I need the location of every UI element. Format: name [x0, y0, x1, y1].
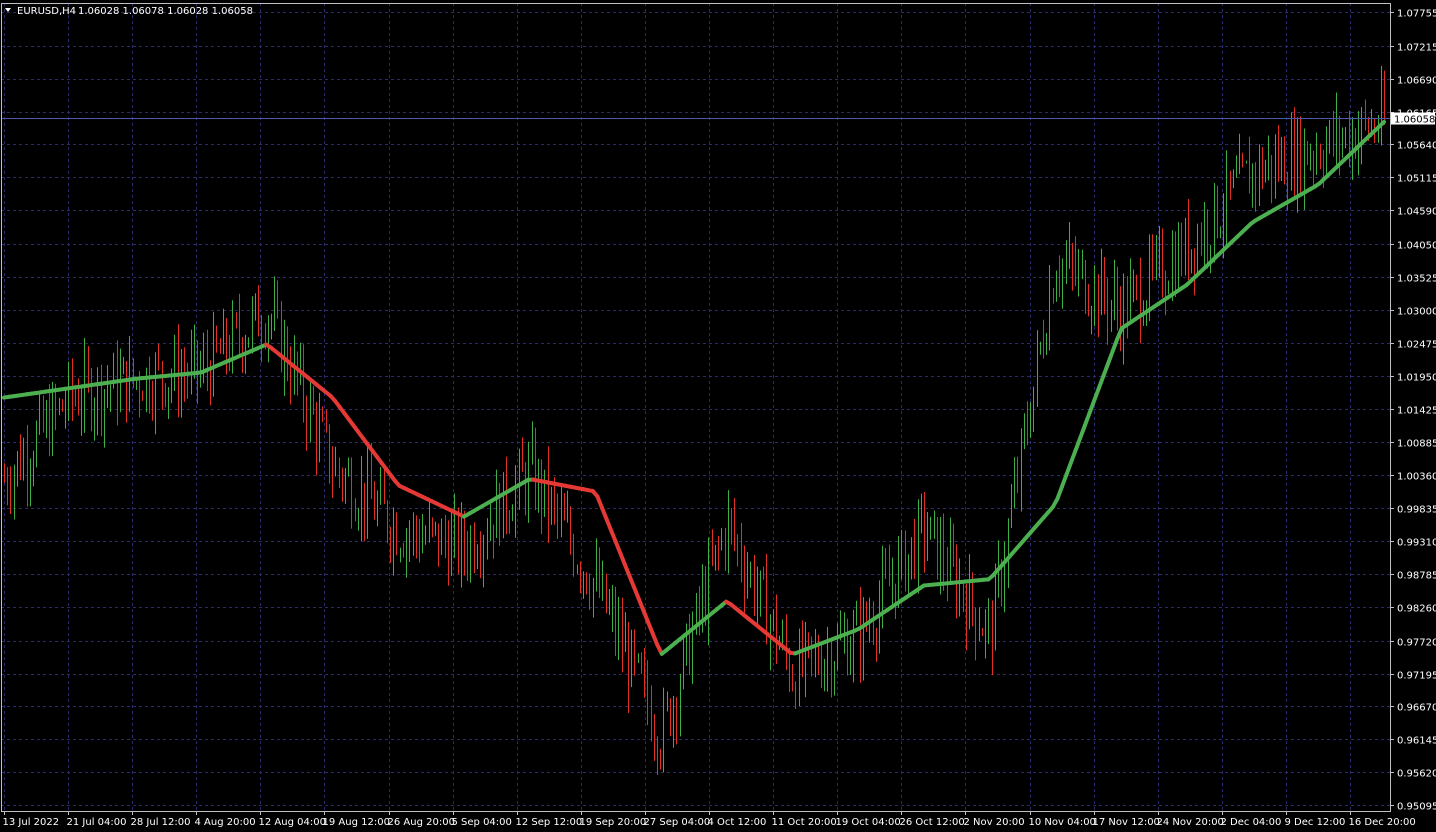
y-tick-label: 1.03525: [1397, 274, 1436, 285]
x-tick-label: 28 Jul 12:00: [131, 817, 191, 828]
x-tick-label: 24 Nov 20:00: [1157, 817, 1224, 828]
x-tick-label: 21 Jul 04:00: [67, 817, 127, 828]
y-tick-label: 1.04590: [1397, 207, 1436, 218]
y-tick-label: 1.06690: [1397, 76, 1436, 87]
y-tick-label: 0.96670: [1397, 703, 1436, 714]
x-tick-label: 17 Nov 12:00: [1093, 817, 1160, 828]
x-tick-label: 4 Aug 20:00: [195, 817, 256, 828]
price-chart[interactable]: 1.077551.072151.066901.061651.056401.051…: [0, 0, 1436, 832]
y-tick-label: 1.02475: [1397, 340, 1436, 351]
y-tick-label: 0.98785: [1397, 571, 1436, 582]
current-price-badge: 1.06058: [1391, 112, 1435, 126]
y-tick-label: 0.98260: [1397, 604, 1436, 615]
y-tick-label: 1.01950: [1397, 373, 1436, 384]
y-tick-label: 0.99835: [1397, 505, 1436, 516]
x-tick-label: 12 Aug 04:00: [259, 817, 326, 828]
x-tick-label: 2 Nov 20:00: [964, 817, 1025, 828]
chart-background: [0, 0, 1436, 832]
y-tick-label: 1.05640: [1397, 141, 1436, 152]
y-tick-label: 0.95620: [1397, 769, 1436, 780]
y-tick-label: 0.96145: [1397, 736, 1436, 747]
ohlc-label: 1.06028 1.06078 1.06028 1.06058: [78, 6, 253, 17]
x-tick-label: 5 Sep 04:00: [452, 817, 512, 828]
x-tick-label: 26 Aug 20:00: [388, 817, 455, 828]
x-tick-label: 19 Aug 12:00: [323, 817, 390, 828]
x-tick-label: 26 Oct 12:00: [900, 817, 965, 828]
y-tick-label: 1.05115: [1397, 174, 1436, 185]
x-tick-label: 19 Sep 20:00: [580, 817, 647, 828]
x-tick-label: 13 Jul 2022: [3, 817, 60, 828]
current-price-text: 1.06058: [1394, 115, 1435, 126]
y-tick-label: 1.03000: [1397, 307, 1436, 318]
y-tick-label: 1.01425: [1397, 406, 1436, 417]
y-tick-label: 1.07215: [1397, 43, 1436, 54]
x-tick-label: 12 Sep 12:00: [516, 817, 583, 828]
y-tick-label: 1.00360: [1397, 472, 1436, 483]
x-tick-label: 4 Oct 12:00: [708, 817, 767, 828]
chart-header[interactable]: EURUSD,H4 1.06028 1.06078 1.06028 1.0605…: [5, 6, 253, 17]
x-tick-label: 9 Dec 12:00: [1285, 817, 1346, 828]
y-tick-label: 0.97195: [1397, 671, 1436, 682]
y-tick-label: 1.04050: [1397, 241, 1436, 252]
x-tick-label: 27 Sep 04:00: [644, 817, 711, 828]
x-tick-label: 11 Oct 20:00: [772, 817, 837, 828]
x-tick-label: 16 Dec 20:00: [1349, 817, 1416, 828]
y-tick-label: 1.00885: [1397, 439, 1436, 450]
y-tick-label: 0.99310: [1397, 538, 1436, 549]
symbol-label: EURUSD,H4: [17, 6, 76, 17]
y-tick-label: 1.07755: [1397, 9, 1436, 20]
x-tick-label: 19 Oct 04:00: [836, 817, 901, 828]
y-tick-label: 0.97720: [1397, 638, 1436, 649]
y-tick-label: 0.95095: [1397, 802, 1436, 813]
x-tick-label: 10 Nov 04:00: [1029, 817, 1096, 828]
x-tick-label: 2 Dec 04:00: [1221, 817, 1282, 828]
